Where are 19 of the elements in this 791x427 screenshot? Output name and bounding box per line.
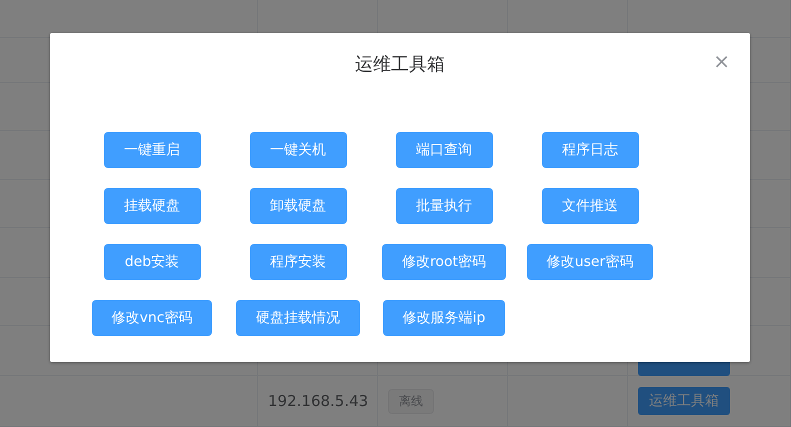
ip-address: 192.168.5.43: [268, 392, 368, 410]
tool-button[interactable]: 修改root密码: [382, 244, 506, 280]
tool-button[interactable]: 文件推送: [542, 188, 638, 224]
tool-button[interactable]: 一键关机: [250, 132, 346, 168]
tool-button[interactable]: 修改服务端ip: [382, 300, 506, 336]
tool-button[interactable]: 程序安装: [250, 244, 346, 280]
tool-button[interactable]: 挂载硬盘: [104, 188, 200, 224]
tool-button[interactable]: 硬盘挂载情况: [236, 300, 360, 336]
close-button[interactable]: ×: [713, 51, 730, 71]
tool-button[interactable]: 修改vnc密码: [92, 300, 212, 336]
tool-button[interactable]: 卸载硬盘: [250, 188, 346, 224]
tool-button[interactable]: 批量执行: [396, 188, 492, 224]
toolbox-button[interactable]: 运维工具箱: [638, 387, 730, 415]
tool-button[interactable]: 端口查询: [396, 132, 492, 168]
tool-button[interactable]: 修改user密码: [526, 244, 654, 280]
tool-button[interactable]: deb安装: [104, 244, 200, 280]
tool-button[interactable]: 程序日志: [542, 132, 638, 168]
tool-button[interactable]: 一键重启: [104, 132, 200, 168]
dialog-title: 运维工具箱: [355, 53, 445, 77]
